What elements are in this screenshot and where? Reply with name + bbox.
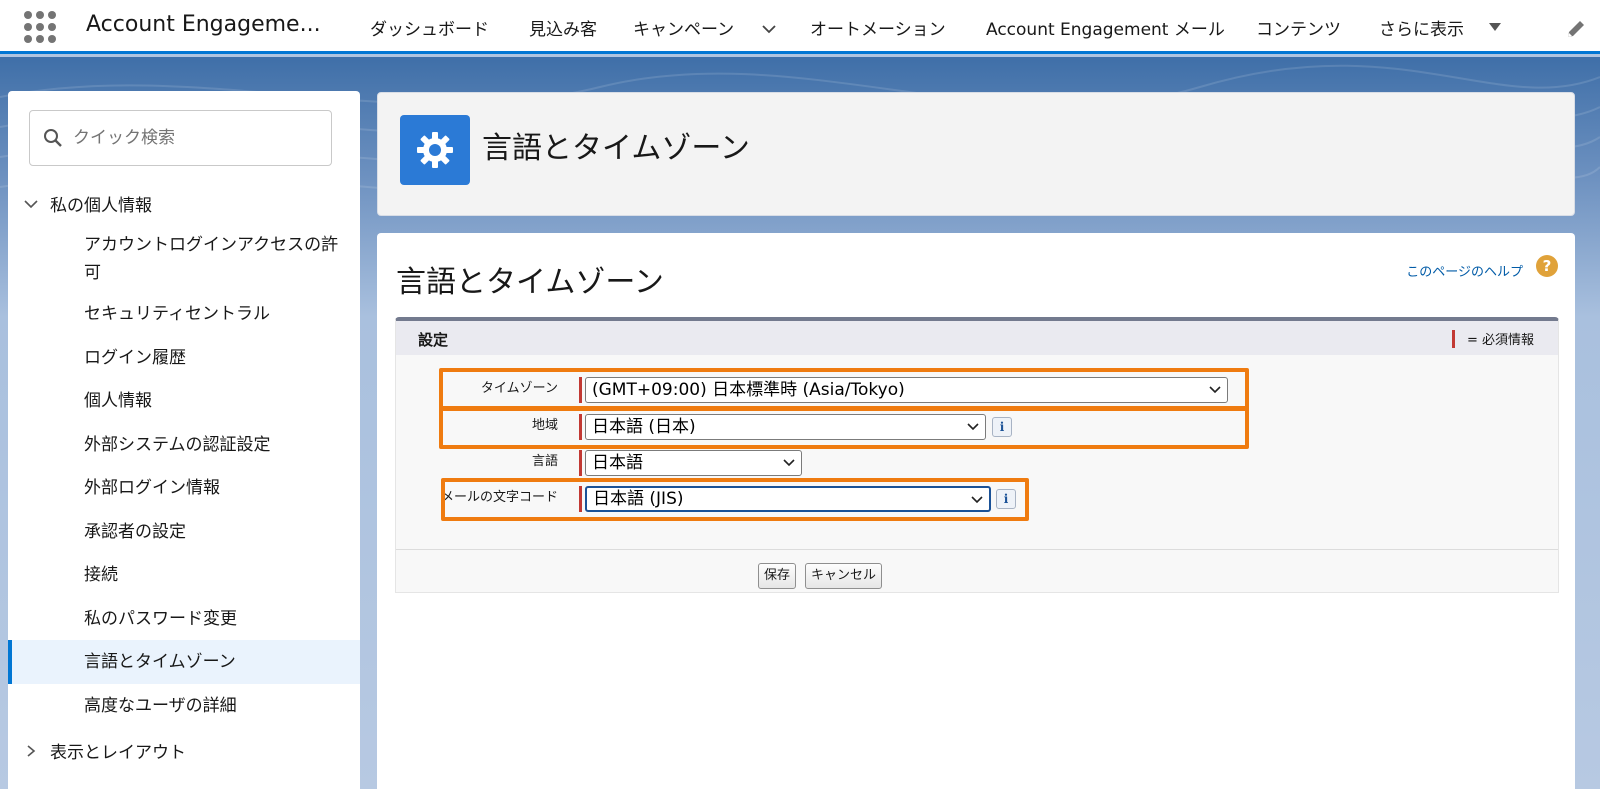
global-navigation: Account Engageme... ダッシュボード 見込み客 キャンペーン … <box>0 0 1600 54</box>
required-marker <box>1451 329 1455 348</box>
chevron-down-icon <box>783 459 795 467</box>
nav-item-prospects[interactable]: 見込み客 <box>529 15 597 40</box>
sidebar-section-label: 私の個人情報 <box>50 196 152 216</box>
sidebar-item-language-timezone[interactable]: 言語とタイムゾーン <box>8 640 360 684</box>
search-icon <box>44 129 62 147</box>
language-label: 言語 <box>531 454 558 469</box>
sidebar-section-personal[interactable]: 私の個人情報 <box>24 191 152 216</box>
sidebar-item-external-login[interactable]: 外部ログイン情報 <box>8 474 360 502</box>
nav-item-automation[interactable]: オートメーション <box>810 15 946 40</box>
settings-section-header: 設定 = 必須情報 <box>396 321 1558 355</box>
app-name: Account Engageme... <box>86 12 321 37</box>
nav-item-campaigns[interactable]: キャンペーン <box>633 15 734 40</box>
page-header: 言語とタイムゾーン <box>377 92 1575 216</box>
chevron-right-icon <box>27 744 36 757</box>
sidebar-item-auth-settings[interactable]: 外部システムの認証設定 <box>8 431 360 459</box>
sidebar-item-security-central[interactable]: セキュリティセントラル <box>8 300 360 328</box>
nav-item-more[interactable]: さらに表示 <box>1379 15 1464 40</box>
quick-search-box[interactable] <box>29 110 332 166</box>
page-header-title: 言語とタイムゾーン <box>482 131 750 166</box>
sidebar-item-change-password[interactable]: 私のパスワード変更 <box>8 605 360 633</box>
nav-item-dashboard[interactable]: ダッシュボード <box>370 15 489 40</box>
sidebar-item-personal-info[interactable]: 個人情報 <box>8 387 360 415</box>
language-select[interactable]: 日本語 <box>585 450 802 476</box>
sidebar-item-advanced-user[interactable]: 高度なユーザの詳細 <box>8 692 360 720</box>
app-launcher-icon[interactable] <box>24 11 56 43</box>
caret-down-icon[interactable] <box>1488 22 1502 32</box>
setup-gear-icon <box>400 115 470 185</box>
section-title: 設定 <box>418 331 449 349</box>
save-button[interactable]: 保存 <box>758 563 797 589</box>
sidebar-section-display[interactable]: 表示とレイアウト <box>24 738 186 763</box>
sidebar-section-label: 表示とレイアウト <box>50 743 186 763</box>
cancel-button[interactable]: キャンセル <box>805 563 883 589</box>
chevron-down-icon <box>24 199 38 208</box>
quick-search-input[interactable] <box>73 128 313 148</box>
chevron-down-icon[interactable] <box>761 23 777 35</box>
sidebar-item-login-access[interactable]: アカウントログインアクセスの許可 <box>8 231 360 287</box>
edit-pencil-icon[interactable] <box>1565 18 1587 40</box>
sidebar-item-login-history[interactable]: ログイン履歴 <box>8 344 360 372</box>
required-marker <box>579 450 582 476</box>
sidebar-item-connections[interactable]: 接続 <box>8 561 360 589</box>
nav-item-content[interactable]: コンテンツ <box>1256 15 1341 40</box>
highlight-box-locale <box>439 406 1249 449</box>
main-content: 言語とタイムゾーン このページのヘルプ ? 設定 = 必須情報 タイムゾーン (… <box>377 233 1575 789</box>
required-legend: = 必須情報 <box>1451 329 1534 348</box>
help-icon[interactable]: ? <box>1536 255 1558 277</box>
sidebar-item-approver-settings[interactable]: 承認者の設定 <box>8 518 360 546</box>
required-legend-text: = 必須情報 <box>1466 333 1534 348</box>
settings-section: 設定 = 必須情報 タイムゾーン (GMT+09:00) 日本標準時 (Asia… <box>395 317 1559 593</box>
highlight-box-encoding <box>441 478 1029 521</box>
highlight-box-timezone <box>439 368 1249 411</box>
section-divider <box>396 549 1558 550</box>
setup-sidebar: 私の個人情報 アカウントログインアクセスの許可 セキュリティセントラル ログイン… <box>8 91 360 789</box>
language-value: 日本語 <box>592 453 643 473</box>
nav-item-ae-email[interactable]: Account Engagement メール <box>986 15 1225 40</box>
page-title: 言語とタイムゾーン <box>396 265 664 300</box>
help-link[interactable]: このページのヘルプ <box>1406 261 1523 280</box>
